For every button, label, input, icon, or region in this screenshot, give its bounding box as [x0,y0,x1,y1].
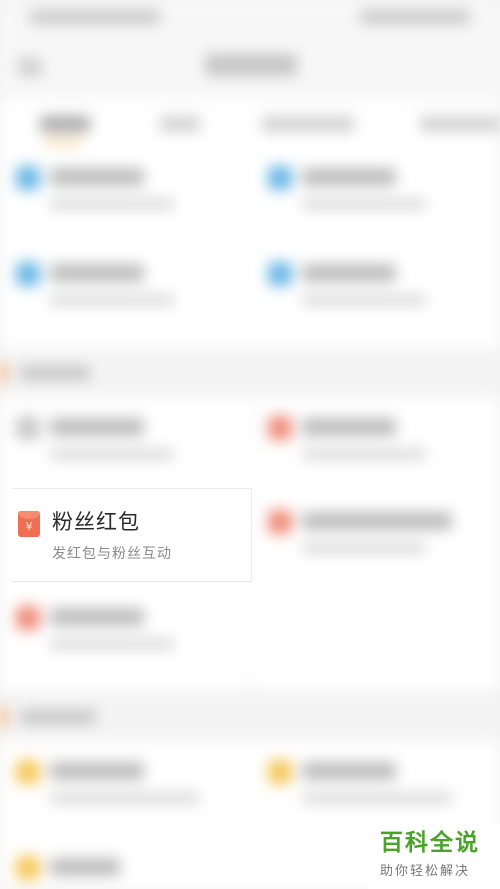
red-envelope-icon: ¥ [18,511,40,537]
tab-2[interactable] [160,116,200,132]
fan-red-envelope-card[interactable]: ¥ 粉丝红包 发红包与粉丝互动 [12,488,252,582]
nav-bar [0,36,500,96]
watermark: 百科全说 助你轻松解决 [368,824,500,889]
section-marker [0,706,6,728]
feature-icon [268,510,292,534]
watermark-subtitle: 助你轻松解决 [380,864,471,879]
section-marker [0,362,6,384]
status-bar [0,0,500,36]
feature-icon [268,416,292,440]
status-bar-right [360,10,470,24]
grid-item[interactable] [252,398,492,490]
grid-item[interactable] [252,148,492,240]
tab-active-indicator [44,140,82,144]
tab-3[interactable] [262,116,354,132]
grid-item[interactable] [0,588,240,680]
feature-icon [16,262,40,286]
back-icon[interactable] [18,58,42,76]
section-1-grid [0,148,500,348]
grid-item[interactable] [252,492,492,584]
feature-icon [268,262,292,286]
page-title [205,54,297,76]
grid-item[interactable] [0,838,240,889]
card-subtitle: 发红包与粉丝互动 [52,546,172,562]
tab-4[interactable] [420,116,500,132]
grid-item[interactable] [0,244,240,336]
section-title [20,366,90,380]
blurred-background [0,0,500,889]
section-3-header [0,692,500,742]
section-title [20,710,96,724]
feature-icon [16,856,40,880]
feature-icon [16,760,40,784]
tab-bar [0,100,500,148]
grid-item[interactable] [0,148,240,240]
status-bar-left [30,10,160,24]
tab-1[interactable] [40,116,90,132]
grid-item[interactable] [252,244,492,336]
grid-item[interactable] [252,742,492,834]
grid-item[interactable] [0,398,240,490]
watermark-title: 百科全说 [380,830,480,856]
feature-icon [16,606,40,630]
feature-icon [16,166,40,190]
grid-item[interactable] [0,742,240,834]
feature-icon [268,166,292,190]
feature-icon [268,760,292,784]
feature-icon [16,416,40,440]
section-2-header [0,348,500,398]
card-title: 粉丝红包 [52,510,140,534]
